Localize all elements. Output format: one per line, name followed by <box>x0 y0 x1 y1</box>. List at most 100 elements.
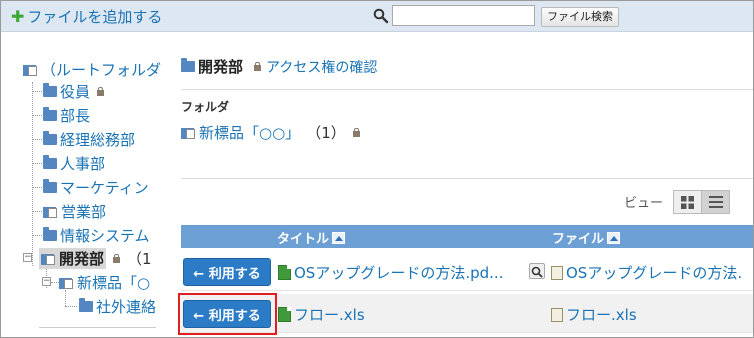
folder-icon <box>79 298 93 312</box>
tree-item-external[interactable]: 社外連絡 <box>79 296 156 317</box>
add-file-link[interactable]: ✚ ファイルを追加する <box>11 6 162 27</box>
folder-icon <box>43 83 57 97</box>
tree-connector <box>32 91 42 92</box>
sort-ascending-icon[interactable] <box>332 231 346 244</box>
folder-with-files-icon <box>41 252 56 265</box>
column-title-header[interactable]: タイトル <box>277 228 346 247</box>
tree-item-label: 部長 <box>60 107 91 125</box>
tree-item-new-product[interactable]: 新標品「○ <box>59 272 150 293</box>
table-header: タイトル ファイル <box>181 225 753 248</box>
folder-icon <box>181 58 195 72</box>
column-file-header[interactable]: ファイル <box>552 228 621 247</box>
tree-item-accounting[interactable]: 経理総務部 <box>43 129 135 150</box>
lock-icon <box>112 254 121 263</box>
folder-with-files-icon <box>59 276 74 289</box>
folder-icon <box>43 131 57 145</box>
page-title: 開発部 <box>198 58 244 76</box>
folder-icon <box>43 107 57 121</box>
sort-ascending-icon[interactable] <box>607 231 621 244</box>
file-title: フロー.xls <box>294 306 365 324</box>
folder-section-label: フォルダ <box>181 100 230 114</box>
divider <box>181 89 753 90</box>
tree-item-count: （1 <box>127 250 152 268</box>
tree-item-label: 営業部 <box>61 203 107 221</box>
tree-item-managers[interactable]: 部長 <box>43 105 90 126</box>
file-title: OSアップグレードの方法.pd... <box>294 264 504 282</box>
tree-connector <box>65 306 77 307</box>
folder-icon <box>43 155 57 169</box>
list-view-button[interactable] <box>701 190 730 214</box>
tree-item-sales[interactable]: 営業部 <box>43 201 106 222</box>
tree-item-label: 人事部 <box>60 155 106 173</box>
document-icon <box>278 265 291 280</box>
tree-connector <box>32 115 42 116</box>
excel-icon <box>278 307 291 322</box>
access-check-link[interactable]: アクセス権の確認 <box>247 57 377 77</box>
tree-item-marketing[interactable]: マーケティン <box>43 177 149 198</box>
root-folder-icon <box>23 63 38 76</box>
list-icon <box>708 196 723 208</box>
grid-icon <box>681 195 694 209</box>
column-title-label: タイトル <box>277 232 330 247</box>
tree-connector <box>32 211 42 212</box>
tree-item-development[interactable]: 開発部 （1 <box>39 248 152 269</box>
column-file-label: ファイル <box>552 232 605 247</box>
file-name: OSアップグレードの方法. <box>566 264 743 282</box>
folder-icon <box>43 179 57 193</box>
tree-item-label: 経理総務部 <box>60 131 136 149</box>
search-input[interactable] <box>392 5 535 26</box>
tree-item-label: 新標品「○ <box>77 274 151 292</box>
use-button[interactable]: ← 利用する <box>183 258 271 286</box>
tree-item-hr[interactable]: 人事部 <box>43 153 105 174</box>
add-file-label: ファイルを追加する <box>27 8 163 26</box>
plus-icon: ✚ <box>11 6 25 26</box>
table-row: ← 利用する フロー.xls フロー.xls <box>178 293 753 335</box>
search-icon <box>373 8 389 24</box>
table-row: ← 利用する OSアップグレードの方法.pd... OSアップグレードの方法. <box>181 252 753 291</box>
file-download-link[interactable]: フロー.xls <box>551 304 637 325</box>
file-icon <box>551 265 563 280</box>
collapse-toggle[interactable]: − <box>42 277 51 286</box>
highlight-box <box>178 293 277 335</box>
magnifier-icon <box>531 266 543 278</box>
folder-header: 開発部 アクセス権の確認 <box>181 56 377 77</box>
file-search-button[interactable]: ファイル検索 <box>541 7 619 27</box>
file-title-link[interactable]: OSアップグレードの方法.pd... <box>278 262 503 283</box>
file-download-link[interactable]: OSアップグレードの方法. <box>551 262 742 283</box>
tree-connector <box>32 187 42 188</box>
tree-connector <box>32 235 42 236</box>
subfolder-name: 新標品「○○」 <box>199 124 301 142</box>
subfolder-count: （1） <box>306 124 346 142</box>
file-title-link[interactable]: フロー.xls <box>278 304 365 325</box>
tree-item-it-systems[interactable]: 情報システム <box>43 225 150 246</box>
folder-with-files-icon <box>181 126 196 139</box>
tree-root-label: （ルートフォルダ） <box>41 61 161 79</box>
tree-item-label: 社外連絡 <box>96 298 157 316</box>
lock-icon <box>96 87 105 96</box>
selected-node: 開発部 <box>39 248 107 269</box>
tree-item-label: 役員 <box>60 83 91 101</box>
folder-icon <box>43 227 57 241</box>
lock-icon <box>352 128 361 137</box>
tree-divider <box>39 327 156 328</box>
lock-icon <box>253 62 262 71</box>
collapse-toggle[interactable]: − <box>23 253 32 262</box>
divider <box>181 178 753 179</box>
tree-item-label: 開発部 <box>59 250 105 268</box>
grid-view-button[interactable] <box>673 190 702 214</box>
tree-connector <box>32 163 42 164</box>
folder-with-files-icon <box>43 205 58 218</box>
access-check-label: アクセス権の確認 <box>266 59 378 76</box>
tree-connector <box>32 82 33 266</box>
top-toolbar: ✚ ファイルを追加する ファイル検索 <box>1 1 753 32</box>
tree-item-officers[interactable]: 役員 <box>43 81 105 102</box>
view-label: ビュー <box>624 196 664 211</box>
folder-tree: （ルートフォルダ） 役員 部長 経理総務部 人事部 マーケティン 営業部 <box>1 32 161 337</box>
preview-icon[interactable] <box>529 263 545 279</box>
file-manager-window: ✚ ファイルを追加する ファイル検索 （ルートフォルダ） 役員 <box>0 0 754 338</box>
tree-connector <box>32 139 42 140</box>
tree-item-label: 情報システム <box>60 227 150 245</box>
tree-root[interactable]: （ルートフォルダ） <box>23 59 161 80</box>
main-pane: 開発部 アクセス権の確認 フォルダ 新標品「○○」 （1） ビュー タイトル フ… <box>178 32 753 337</box>
subfolder-link[interactable]: 新標品「○○」 （1） <box>181 122 361 143</box>
